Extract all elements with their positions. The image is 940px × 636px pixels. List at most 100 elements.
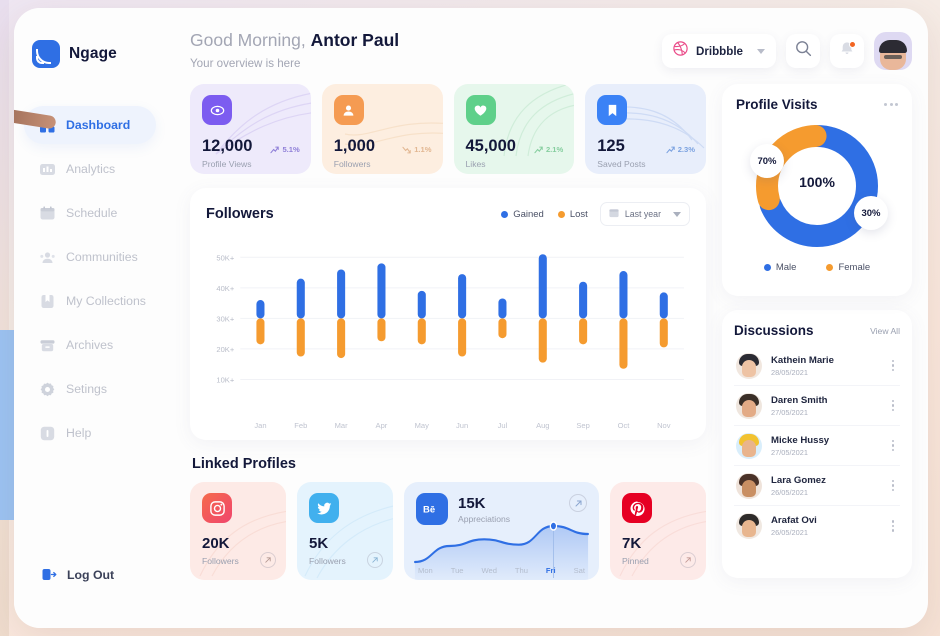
profile-visits-card: Profile Visits 100% 70% 30% Male Female [722,84,912,296]
stat-card-followers[interactable]: 1,000 Followers 1.1% [321,84,443,174]
discussion-date: 27/05/2021 [771,407,808,417]
signal-logo-icon [32,40,60,68]
content-columns: 12,000 Profile Views 5.1% 1,000 Follower… [190,84,912,580]
day-label-active: Fri [545,566,556,575]
more-vertical-icon[interactable] [888,476,899,496]
view-all-link[interactable]: View All [870,326,900,336]
linked-profile-instagram[interactable]: 20K Followers [190,482,286,580]
linked-profiles-row: 20K Followers 5K Followers Bē 15K Apprec… [190,482,706,580]
behance-day-labels: Mon Tue Wed Thu Fri Sat [404,566,599,575]
open-arrow-icon[interactable] [569,494,587,512]
right-column: Profile Visits 100% 70% 30% Male Female … [722,84,912,580]
list-item[interactable]: Micke Hussy 27/05/2021 [734,426,900,466]
day-label: Thu [514,566,528,575]
sidebar-item-archives[interactable]: Archives [24,326,156,364]
stat-card-profile-views[interactable]: 12,000 Profile Views 5.1% [190,84,311,174]
sidebar-item-communities[interactable]: Communities [24,238,156,276]
list-item[interactable]: Lara Gomez 26/05/2021 [734,466,900,506]
more-vertical-icon[interactable] [888,436,899,456]
followers-title: Followers [206,206,274,222]
day-label: Tue [450,566,464,575]
stat-card-likes[interactable]: 45,000 Likes 2.1% [453,84,575,174]
open-arrow-icon[interactable] [260,552,276,568]
stat-change-value: 1.1% [414,145,432,154]
linked-profile-label: Followers [202,556,239,566]
donut-legend: Male Female [736,262,898,273]
linked-profile-twitter[interactable]: 5K Followers [297,482,393,580]
open-arrow-icon[interactable] [680,552,696,568]
svg-text:Jun: Jun [456,421,468,430]
people-icon [40,250,55,265]
legend-label: Female [838,262,871,273]
twitter-icon [309,493,339,523]
svg-text:40K+: 40K+ [216,284,234,293]
left-column: 12,000 Profile Views 5.1% 1,000 Follower… [190,84,706,580]
dribbble-icon [673,41,688,61]
source-selector[interactable]: Dribbble [661,34,776,68]
discussion-name: Micke Hussy [771,434,830,446]
main-content: Good Morning, Antor Paul Your overview i… [166,8,928,628]
gear-icon [40,382,55,397]
sidebar-item-help[interactable]: Help [24,414,156,452]
day-label: Wed [481,566,497,575]
legend-label: Male [775,262,797,273]
brand: Ngage [14,32,166,76]
period-selector[interactable]: Last year [599,202,690,226]
chevron-down-icon [757,48,765,54]
followers-bar-chart: 10K+ 20K+ 30K+ 40K+ 50K+ Jan Feb Mar Apr May Jun J… [216,253,684,430]
search-button[interactable] [786,34,820,68]
profile-visits-header: Profile Visits [736,97,898,112]
stat-label: Profile Views [202,159,252,169]
stat-card-saved-posts[interactable]: 125 Saved Posts 2.3% [585,84,706,174]
svg-text:50K+: 50K+ [216,253,234,262]
list-item[interactable]: Kathein Marie 28/05/2021 [734,346,900,386]
svg-text:Nov: Nov [657,421,671,430]
stat-label: Followers [333,159,371,169]
linked-profile-behance[interactable]: Bē 15K Appreciations Mon Tue Wed Thu Fri… [404,482,599,580]
trend-up-icon [666,146,675,153]
legend-item-male: Male [763,262,797,273]
linked-profile-pinterest[interactable]: 7K Pinned [610,482,706,580]
svg-text:Apr: Apr [376,421,388,430]
sidebar-item-analytics[interactable]: Analytics [24,150,156,188]
notifications-button[interactable] [830,34,864,68]
avatar [736,392,762,419]
eye-icon [202,95,232,125]
sidebar-item-my-collections[interactable]: My Collections [24,282,156,320]
sidebar-item-label: Communities [66,250,138,264]
period-label: Last year [624,209,661,219]
pinterest-icon [622,493,652,523]
linked-profile-label: Pinned [622,556,649,566]
backdrop-edge-gradient [0,0,9,636]
sidebar-nav: Dashboard Analytics Schedule Communities… [14,106,166,452]
greeting-block: Good Morning, Antor Paul Your overview i… [190,26,662,70]
source-label: Dribbble [695,44,743,58]
logout-button[interactable]: Log Out [42,567,114,582]
day-label: Sat [573,566,585,575]
discussion-date: 28/05/2021 [771,367,808,377]
stat-change: 1.1% [402,145,432,154]
open-arrow-icon[interactable] [367,552,383,568]
app-window: Ngage Dashboard Analytics Schedule Commu… [14,8,928,628]
svg-text:10K+: 10K+ [216,375,234,384]
instagram-icon [202,493,232,523]
trend-up-icon [534,146,543,153]
more-vertical-icon[interactable] [888,356,899,376]
discussion-name: Kathein Marie [771,354,834,366]
more-vertical-icon[interactable] [888,396,899,416]
list-item[interactable]: Daren Smith 27/05/2021 [734,386,900,426]
more-vertical-icon[interactable] [888,516,899,536]
user-avatar[interactable] [874,32,912,70]
svg-text:Jan: Jan [254,421,266,430]
linked-profile-label: Followers [309,556,346,566]
calendar-icon [40,205,55,221]
search-icon [795,40,812,62]
stat-change-value: 5.1% [282,145,300,154]
svg-text:Sep: Sep [576,421,589,430]
sidebar-item-settings[interactable]: Setings [24,370,156,408]
more-horizontal-icon[interactable] [884,103,898,106]
sidebar-item-label: Dashboard [66,118,131,132]
sidebar-item-schedule[interactable]: Schedule [24,194,156,232]
stat-change: 2.3% [666,145,695,154]
list-item[interactable]: Arafat Ovi 26/05/2021 [734,506,900,546]
